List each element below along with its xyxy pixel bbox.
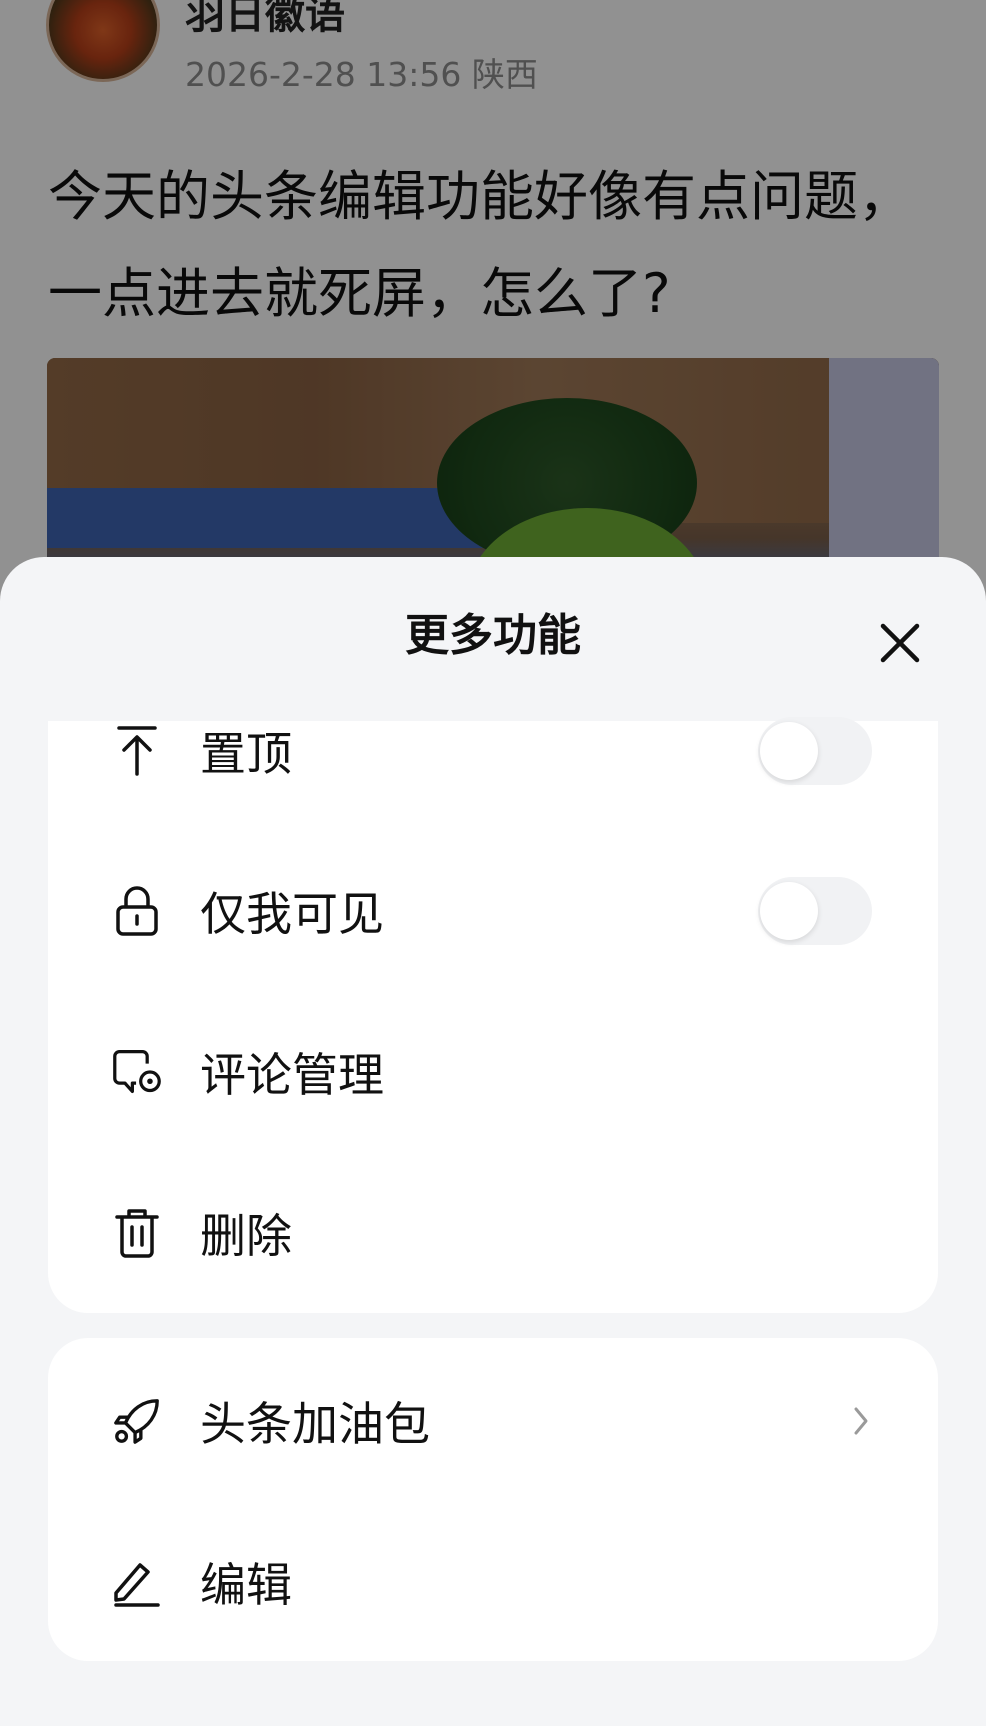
pin-top-icon [112,726,162,776]
comment-management-row[interactable]: 评论管理 [48,1012,938,1132]
options-card-1: 置顶 仅我可见 评论管理 删除 [48,717,938,1313]
delete-label: 删除 [200,1209,292,1263]
only-me-visible-row[interactable]: 仅我可见 [48,851,938,971]
trash-icon [112,1208,162,1258]
only-me-visible-label: 仅我可见 [200,887,384,941]
toutiao-boost-row[interactable]: 头条加油包 [48,1361,938,1481]
pin-top-toggle[interactable] [758,717,872,785]
toggle-knob [760,722,818,780]
rocket-icon [112,1396,162,1446]
delete-row[interactable]: 删除 [48,1173,938,1293]
toutiao-boost-label: 头条加油包 [200,1397,430,1451]
edit-pen-icon [112,1557,162,1607]
chevron-right-icon [846,1401,876,1441]
screen: 羽日徽语 2026-2-28 13:56 陕西 今天的头条编辑功能好像有点问题，… [0,0,986,1726]
sheet-title: 更多功能 [405,610,581,661]
comment-management-label: 评论管理 [200,1048,384,1102]
lock-icon [112,886,162,936]
pin-top-label: 置顶 [200,727,292,781]
toggle-knob [760,882,818,940]
edit-label: 编辑 [200,1558,292,1612]
options-card-2: 头条加油包 编辑 [48,1338,938,1661]
edit-row[interactable]: 编辑 [48,1522,938,1642]
only-me-visible-toggle[interactable] [758,877,872,945]
close-button[interactable] [872,615,928,671]
more-functions-sheet: 更多功能 置顶 仅我可见 评论管理 删除 头条加油包 编辑 [0,557,986,1726]
close-icon [880,623,920,663]
pin-top-row[interactable]: 置顶 [48,691,938,811]
comment-settings-icon [112,1047,162,1097]
